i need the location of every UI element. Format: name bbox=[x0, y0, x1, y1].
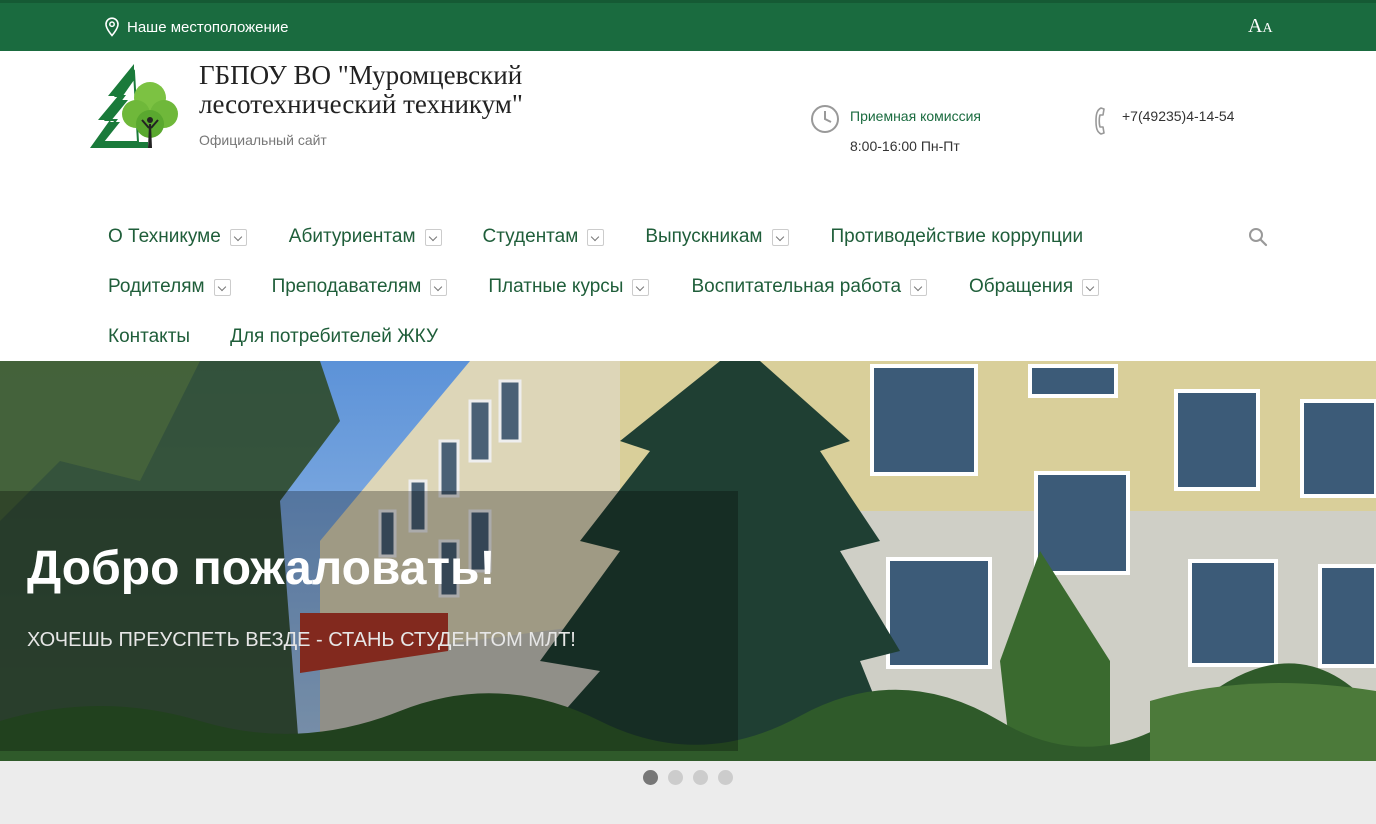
chevron-down-icon[interactable] bbox=[1082, 278, 1100, 296]
hero-subtitle: ХОЧЕШЬ ПРЕУСПЕТЬ ВЕЗДЕ - СТАНЬ СТУДЕНТОМ… bbox=[27, 629, 576, 651]
nav-item-about[interactable]: О Техникуме bbox=[108, 226, 247, 248]
phone-icon bbox=[1094, 106, 1110, 141]
nav-row-1: О Техникуме Абитуриентам Студентам Выпус… bbox=[108, 225, 1083, 249]
chevron-down-icon[interactable] bbox=[430, 278, 448, 296]
nav-label: Обращения bbox=[969, 276, 1074, 297]
chevron-down-icon[interactable] bbox=[587, 228, 605, 246]
nav-item-students[interactable]: Студентам bbox=[483, 226, 605, 248]
search-icon[interactable] bbox=[1248, 227, 1268, 252]
phone-number[interactable]: +7(49235)4-14-54 bbox=[1122, 108, 1234, 124]
caption-overlay bbox=[0, 491, 738, 751]
nav-label: Контакты bbox=[108, 326, 191, 347]
font-size-small: A bbox=[1262, 21, 1273, 36]
site-title[interactable]: ГБПОУ ВО "Муромцевский лесотехнический т… bbox=[199, 61, 619, 119]
nav-label: Родителям bbox=[108, 276, 205, 297]
slider-dot-4[interactable] bbox=[718, 770, 733, 785]
chevron-down-icon[interactable] bbox=[424, 228, 442, 246]
clock-icon bbox=[810, 104, 840, 139]
nav-label: Выпускникам bbox=[645, 226, 763, 247]
slider-dots bbox=[643, 770, 733, 785]
nav-item-housing[interactable]: Для потребителей ЖКУ bbox=[230, 326, 438, 348]
location-pin-icon bbox=[104, 17, 120, 37]
site-logo[interactable] bbox=[88, 62, 182, 154]
chevron-down-icon[interactable] bbox=[632, 278, 650, 296]
nav-label: Воспитательная работа bbox=[691, 276, 902, 297]
nav-item-applicants[interactable]: Абитуриентам bbox=[289, 226, 442, 248]
nav-label: Студентам bbox=[482, 226, 579, 247]
nav-label: Преподавателям bbox=[271, 276, 422, 297]
nav-item-appeals[interactable]: Обращения bbox=[969, 276, 1100, 298]
chevron-down-icon[interactable] bbox=[910, 278, 928, 296]
nav-row-2: Родителям Преподавателям Платные курсы В… bbox=[108, 275, 1100, 299]
font-size-icon[interactable]: AA bbox=[1248, 15, 1273, 38]
location-link[interactable]: Наше местоположение bbox=[104, 17, 289, 37]
nav-label: Противодействие коррупции bbox=[830, 226, 1084, 247]
nav-label: Платные курсы bbox=[488, 276, 624, 297]
font-size-big: A bbox=[1248, 15, 1263, 37]
slider-dot-3[interactable] bbox=[693, 770, 708, 785]
slider-dot-2[interactable] bbox=[668, 770, 683, 785]
nav-label: О Техникуме bbox=[108, 226, 221, 247]
nav-label: Абитуриентам bbox=[288, 226, 416, 247]
hours-label: Приемная комиссия bbox=[850, 108, 981, 124]
nav-item-graduates[interactable]: Выпускникам bbox=[645, 226, 789, 248]
nav-row-3: Контакты Для потребителей ЖКУ bbox=[108, 325, 438, 349]
nav-item-upbringing[interactable]: Воспитательная работа bbox=[691, 276, 928, 298]
nav-item-contacts[interactable]: Контакты bbox=[108, 326, 190, 348]
location-label: Наше местоположение bbox=[127, 18, 289, 36]
hours-value: 8:00-16:00 Пн-Пт bbox=[850, 138, 960, 154]
chevron-down-icon[interactable] bbox=[771, 228, 789, 246]
top-bar: Наше местоположение AA bbox=[0, 0, 1376, 51]
nav-item-parents[interactable]: Родителям bbox=[108, 276, 231, 298]
chevron-down-icon[interactable] bbox=[213, 278, 231, 296]
hero-slider[interactable]: Добро пожаловать! ХОЧЕШЬ ПРЕУСПЕТЬ ВЕЗДЕ… bbox=[0, 361, 1376, 761]
site-subtitle: Официальный сайт bbox=[199, 132, 327, 148]
hero-title: Добро пожаловать! bbox=[27, 542, 496, 595]
nav-item-teachers[interactable]: Преподавателям bbox=[272, 276, 448, 298]
nav-item-paid-courses[interactable]: Платные курсы bbox=[488, 276, 650, 298]
nav-item-anticorruption[interactable]: Противодействие коррупции bbox=[831, 226, 1084, 248]
slider-dot-1[interactable] bbox=[643, 770, 658, 785]
chevron-down-icon[interactable] bbox=[229, 228, 247, 246]
slider-controls bbox=[0, 761, 1376, 824]
nav-label: Для потребителей ЖКУ bbox=[230, 326, 439, 347]
